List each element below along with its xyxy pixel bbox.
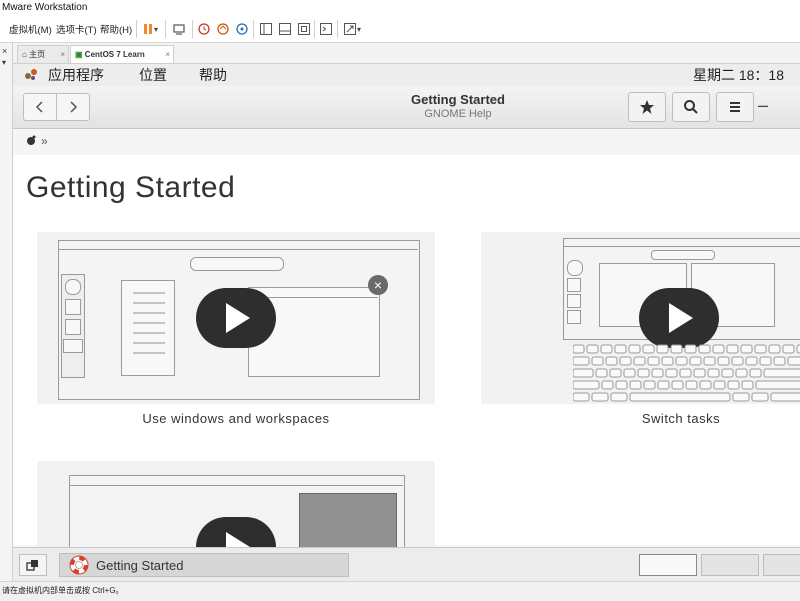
search-button[interactable]	[672, 92, 710, 122]
vm-icon: ▣	[75, 50, 83, 59]
video-caption: Switch tasks	[641, 411, 721, 426]
show-library-icon[interactable]	[256, 19, 276, 39]
send-keys-icon[interactable]	[169, 19, 189, 39]
close-icon[interactable]: ×	[165, 46, 170, 64]
play-icon[interactable]	[196, 288, 276, 348]
menu-button[interactable]	[716, 92, 754, 122]
close-icon: ×	[368, 275, 388, 295]
help-home-icon[interactable]	[25, 134, 37, 149]
breadcrumb-separator: »	[41, 134, 48, 148]
vmware-title-bar: Mware Workstation	[0, 0, 800, 16]
chevron-down-icon[interactable]: ▾	[2, 58, 6, 67]
page-title: Getting Started	[26, 171, 236, 204]
search-icon	[684, 100, 698, 114]
play-icon[interactable]	[196, 517, 276, 551]
chevron-down-icon[interactable]: ▾	[354, 19, 364, 39]
thumbnail-bar-icon[interactable]	[275, 19, 295, 39]
gnome-window-list: Getting Started	[13, 547, 800, 581]
chevron-down-icon[interactable]: ▾	[150, 19, 162, 39]
help-lifebuoy-icon	[69, 555, 89, 575]
bookmark-button[interactable]	[628, 92, 666, 122]
tab-label: CentOS 7 Learn	[84, 50, 145, 59]
star-icon	[640, 100, 654, 114]
keyboard-illustration	[573, 344, 800, 402]
revert-snapshot-icon[interactable]	[213, 19, 233, 39]
snapshot-manager-icon[interactable]	[232, 19, 252, 39]
guest-screen[interactable]: 应用程序 位置 帮助 星期二 18：18 Getting Started GNO…	[13, 64, 800, 581]
help-header-bar: Getting Started GNOME Help –	[13, 86, 800, 129]
tab-label: 主页	[29, 50, 46, 59]
snapshot-icon[interactable]	[194, 19, 214, 39]
tab-centos[interactable]: ▣ CentOS 7 Learn ×	[70, 45, 174, 63]
workspace-3[interactable]	[763, 554, 800, 576]
task-label: Getting Started	[96, 557, 184, 573]
menu-places[interactable]: 位置	[139, 64, 167, 86]
video-thumbnail-windows[interactable]: ×	[37, 232, 435, 404]
menu-applications[interactable]: 应用程序	[48, 64, 104, 86]
window-title: Mware Workstation	[2, 2, 88, 13]
desktop-icon	[26, 560, 38, 571]
breadcrumb: »	[13, 129, 800, 155]
task-getting-started[interactable]: Getting Started	[59, 553, 349, 577]
help-content: Getting Started × Use windows and worksp…	[13, 155, 800, 551]
menu-tabs[interactable]: 选项卡(T)	[56, 22, 97, 36]
gnome-top-bar: 应用程序 位置 帮助 星期二 18：18	[13, 64, 800, 86]
home-icon: ⌂	[22, 50, 27, 59]
video-thumbnail-third[interactable]	[37, 461, 435, 551]
close-icon[interactable]: ×	[2, 46, 7, 56]
play-icon[interactable]	[639, 288, 719, 348]
applications-icon[interactable]	[23, 64, 39, 86]
vmware-tab-bar: ⌂ 主页 × ▣ CentOS 7 Learn ×	[13, 43, 800, 64]
tab-home[interactable]: ⌂ 主页 ×	[17, 45, 69, 63]
workspace-2[interactable]	[701, 554, 759, 576]
video-caption: Use windows and workspaces	[142, 411, 330, 426]
full-screen-icon[interactable]	[294, 19, 314, 39]
vmware-menubar: 虚拟机(M) 选项卡(T) 帮助(H) ▾ ▾	[0, 16, 800, 43]
status-text: 请在虚拟机内部单击或按 Ctrl+G。	[2, 586, 124, 595]
vmware-status-bar: 请在虚拟机内部单击或按 Ctrl+G。	[0, 581, 800, 601]
menu-vm[interactable]: 虚拟机(M)	[9, 22, 52, 36]
console-view-icon[interactable]	[316, 19, 336, 39]
workspace-1[interactable]	[639, 554, 697, 576]
clock[interactable]: 星期二 18：18	[693, 64, 784, 86]
library-strip: × ▾	[0, 43, 13, 583]
close-icon[interactable]: ×	[60, 46, 65, 64]
show-desktop-button[interactable]	[19, 554, 47, 576]
hamburger-icon	[730, 102, 740, 112]
minimize-button[interactable]: –	[758, 95, 768, 116]
menu-help-guest[interactable]: 帮助	[199, 64, 227, 86]
menu-help[interactable]: 帮助(H)	[100, 22, 132, 36]
